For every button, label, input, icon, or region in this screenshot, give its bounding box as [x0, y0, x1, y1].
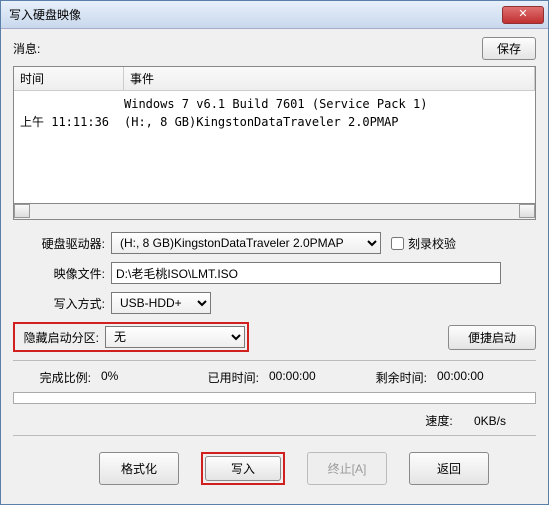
divider [13, 360, 536, 361]
write-button[interactable]: 写入 [205, 456, 281, 481]
back-button[interactable]: 返回 [409, 452, 489, 485]
verify-checkbox[interactable]: 刻录校验 [391, 235, 456, 252]
verify-checkbox-input[interactable] [391, 237, 404, 250]
format-button[interactable]: 格式化 [99, 452, 179, 485]
log-header: 时间 事件 [14, 67, 535, 91]
button-row: 格式化 写入 终止[A] 返回 [13, 444, 536, 485]
speed-label: 速度: [425, 414, 452, 428]
window-title: 写入硬盘映像 [9, 6, 502, 23]
elapsed-label: 已用时间: [181, 369, 259, 386]
titlebar: 写入硬盘映像 ✕ [1, 1, 548, 29]
progress-value: 0% [91, 369, 181, 386]
remain-label: 剩余时间: [349, 369, 427, 386]
drive-select[interactable]: (H:, 8 GB)KingstonDataTraveler 2.0PMAP [111, 232, 381, 254]
save-button[interactable]: 保存 [482, 37, 536, 60]
remain-value: 00:00:00 [427, 369, 517, 386]
horizontal-scrollbar[interactable] [13, 204, 536, 220]
verify-label: 刻录校验 [408, 235, 456, 252]
log-row-event: Windows 7 v6.1 Build 7601 (Service Pack … [124, 97, 427, 111]
speed-value: 0KB/s [456, 414, 506, 428]
info-label: 消息: [13, 40, 482, 57]
window: 写入硬盘映像 ✕ 消息: 保存 时间 事件 上午 11:11:36 Window… [0, 0, 549, 505]
elapsed-value: 00:00:00 [259, 369, 349, 386]
drive-label: 硬盘驱动器: [13, 235, 111, 252]
hidden-select[interactable]: 无 [105, 326, 245, 348]
progress-bar [13, 392, 536, 404]
close-icon[interactable]: ✕ [502, 6, 544, 24]
log-body: 上午 11:11:36 Windows 7 v6.1 Build 7601 (S… [14, 91, 535, 135]
divider [13, 435, 536, 436]
mode-select[interactable]: USB-HDD+ [111, 292, 211, 314]
content-area: 消息: 保存 时间 事件 上午 11:11:36 Windows 7 v6.1 … [1, 29, 548, 493]
log-row-event: (H:, 8 GB)KingstonDataTraveler 2.0PMAP [124, 115, 399, 129]
log-box: 时间 事件 上午 11:11:36 Windows 7 v6.1 Build 7… [13, 66, 536, 204]
hidden-partition-highlight: 隐藏启动分区: 无 [13, 322, 249, 352]
convenient-boot-button[interactable]: 便捷启动 [448, 325, 536, 350]
status-row: 完成比例: 0% 已用时间: 00:00:00 剩余时间: 00:00:00 [13, 369, 536, 386]
image-label: 映像文件: [13, 265, 111, 282]
log-col-event: 事件 [124, 67, 535, 90]
image-path-input[interactable] [111, 262, 501, 284]
hidden-label: 隐藏启动分区: [17, 329, 105, 346]
log-col-time: 时间 [14, 67, 124, 90]
form: 硬盘驱动器: (H:, 8 GB)KingstonDataTraveler 2.… [13, 232, 536, 352]
abort-button: 终止[A] [307, 452, 387, 485]
write-highlight: 写入 [201, 452, 285, 485]
log-row-time: 上午 11:11:36 [20, 115, 109, 129]
speed-row: 速度: 0KB/s [13, 412, 536, 429]
progress-label: 完成比例: [13, 369, 91, 386]
mode-label: 写入方式: [13, 295, 111, 312]
